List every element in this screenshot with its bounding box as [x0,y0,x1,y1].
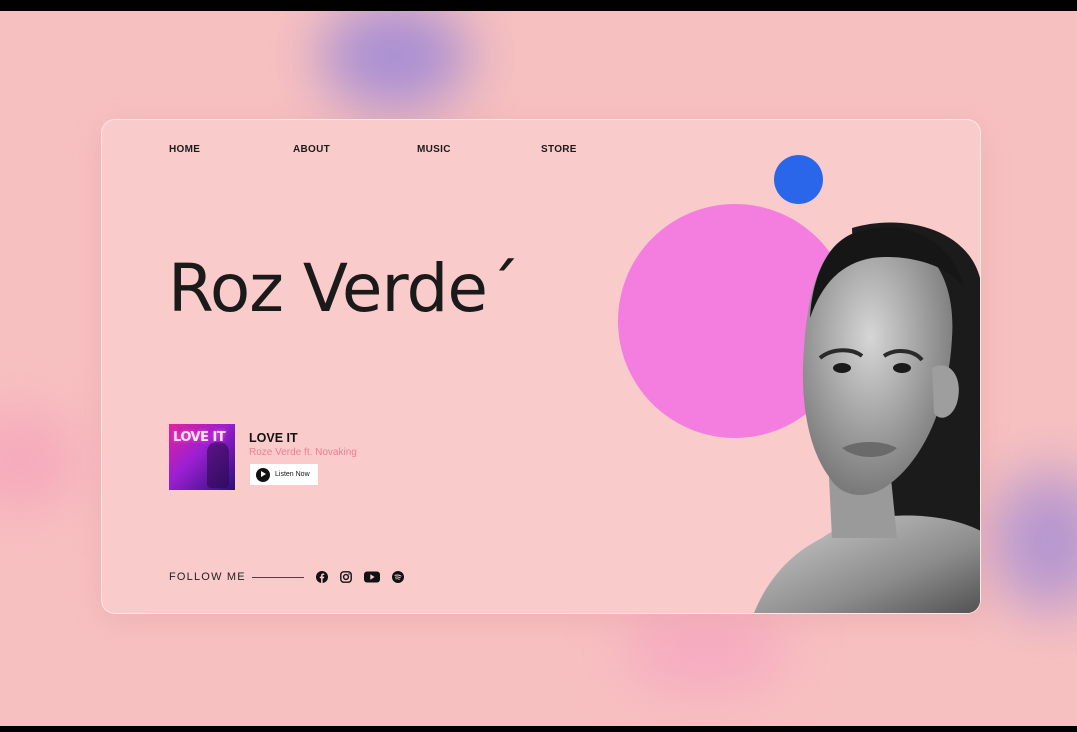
listen-now-label: Listen Now [275,471,310,478]
decorative-blue-circle [774,155,823,204]
main-nav: HOME ABOUT MUSIC STORE [169,144,665,155]
track-artist: Roze Verde ft. Novaking [249,447,357,458]
hero-card: HOME ABOUT MUSIC STORE Roz Verde´ LOVE I… [101,119,981,614]
artist-name: Roz Verde´ [168,250,520,327]
background-blur-pink [0,411,80,511]
background-blur-pink-bottom [620,611,790,691]
album-cover-title: LOVE IT [173,430,226,445]
album-cover[interactable]: LOVE IT [169,424,235,490]
album-cover-figure [207,442,229,488]
follow-divider [251,576,304,578]
spotify-icon[interactable] [391,571,404,583]
nav-store[interactable]: STORE [541,144,665,155]
background-blur-purple-right [990,471,1077,611]
listen-now-button[interactable]: Listen Now [250,464,318,485]
track-title: LOVE IT [249,431,298,445]
follow-section: FOLLOW ME [169,571,404,583]
page-background: HOME ABOUT MUSIC STORE Roz Verde´ LOVE I… [0,11,1077,726]
instagram-icon[interactable] [339,571,352,583]
youtube-icon[interactable] [363,571,380,583]
play-icon [256,467,270,482]
nav-about[interactable]: ABOUT [293,144,417,155]
facebook-icon[interactable] [315,571,328,583]
background-blur-purple [320,11,470,111]
nav-music[interactable]: MUSIC [417,144,541,155]
artist-portrait [754,222,980,613]
nav-home[interactable]: HOME [169,144,293,155]
follow-label: FOLLOW ME [169,571,246,583]
